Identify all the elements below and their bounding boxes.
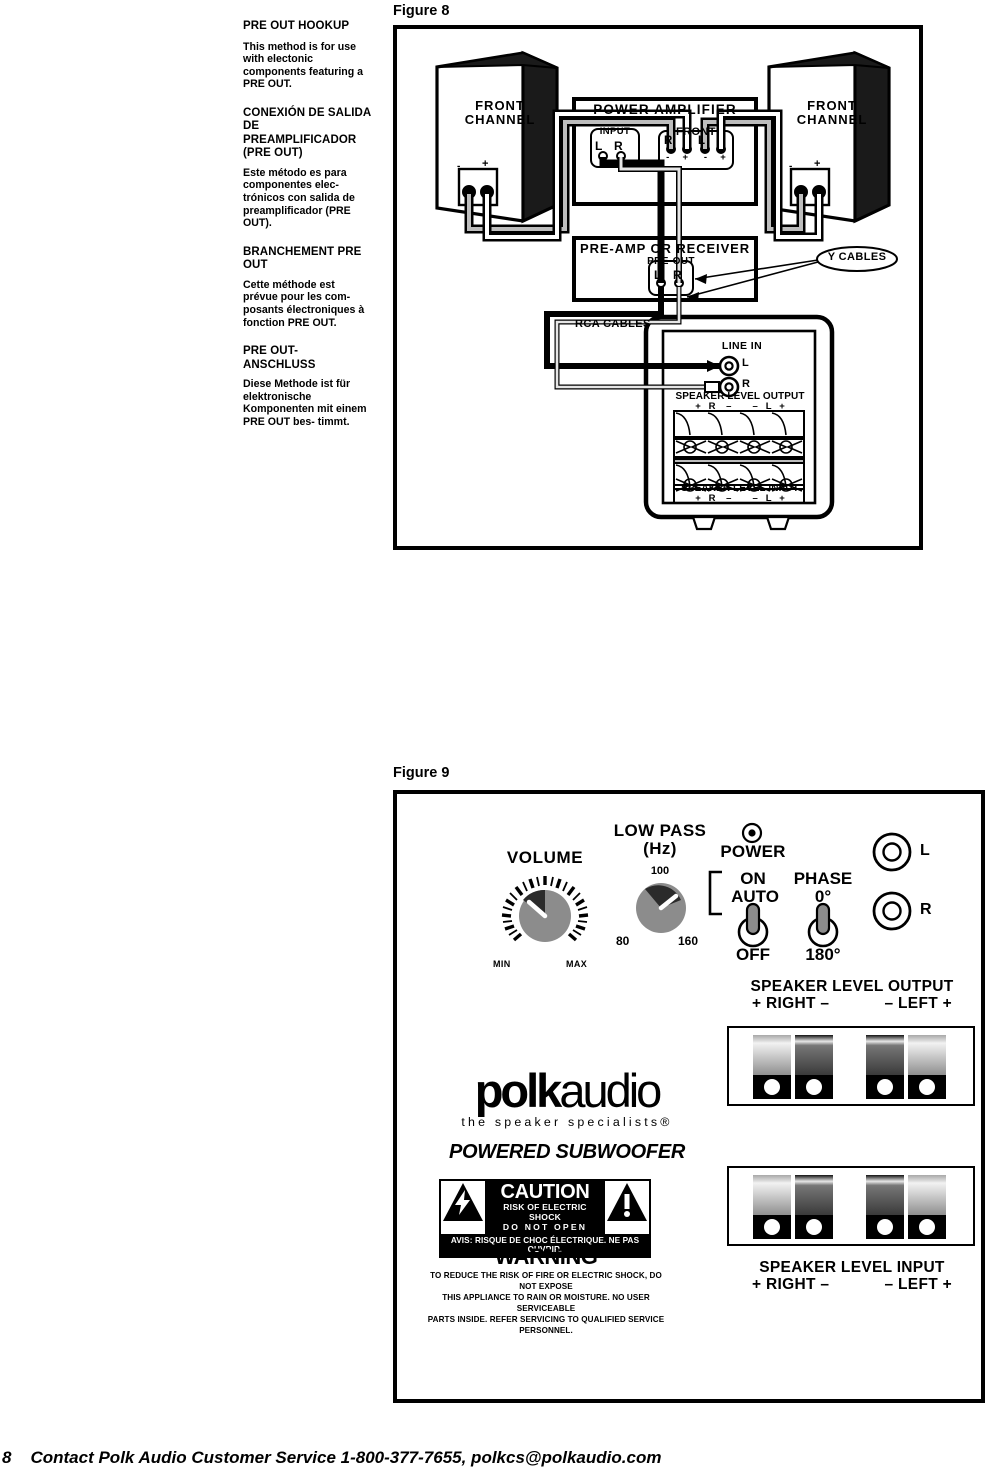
caution-text-block: CAUTION RISK OF ELECTRIC SHOCK DO NOT OP… <box>485 1181 605 1234</box>
rca-cables-label: RCA CABLES <box>575 318 651 330</box>
warning-body-line-1: TO REDUCE THE RISK OF FIRE OR ELECTRIC S… <box>430 1271 662 1291</box>
figure-8-frame: FRONT CHANNEL FRONT CHANNEL - + - + POWE… <box>393 25 923 550</box>
figure-9-frame: VOLUME MIN MAX LOW PASS (Hz) 100 80 160 … <box>393 790 985 1403</box>
polk-logo-wordmark: polkaudio <box>432 1067 702 1114</box>
right-speaker-cabinet <box>767 50 891 224</box>
volume-min-label: MIN <box>493 959 511 969</box>
line-in-jack-left-label: L <box>920 842 930 859</box>
speaker-level-output-terminal-block[interactable] <box>727 1026 975 1106</box>
preout-r-label: R <box>673 268 683 282</box>
warning-block: WARNING TO REDUCE THE RISK OF FIRE OR EL… <box>427 1244 665 1336</box>
low-pass-label: LOW PASS (Hz) <box>613 821 707 859</box>
footer-contact-text: Contact Polk Audio Customer Service 1-80… <box>30 1448 662 1467</box>
sidebar-section-german: PRE OUT- ANSCHLUSS Diese Methode ist für… <box>243 345 371 428</box>
caution-subtitle-2: DO NOT OPEN <box>502 1222 588 1232</box>
sidebar-section-english: PRE OUT HOOKUP This method is for use wi… <box>243 20 371 91</box>
line-in-jack-right[interactable] <box>872 891 912 931</box>
line-in-jack-right-label: R <box>920 901 932 918</box>
line-in-jack-left[interactable] <box>872 832 912 872</box>
low-pass-100-label: 100 <box>650 865 670 877</box>
warning-body-line-2: THIS APPLIANCE TO RAIN OR MOISTURE. NO U… <box>442 1293 650 1313</box>
amp-front-l-label: L <box>698 135 706 147</box>
volume-knob[interactable] <box>493 872 597 956</box>
page-footer: 8 Contact Polk Audio Customer Service 1-8… <box>0 1448 991 1468</box>
subwoofer-speaker-level-output-marks: + R – – L + <box>695 401 785 412</box>
left-speaker-terminal-plus: + <box>482 158 489 170</box>
amp-input-r-label: R <box>614 139 624 153</box>
power-switch-off-label: OFF <box>736 945 770 964</box>
speaker-level-input-terminal-block[interactable] <box>727 1166 975 1246</box>
left-speaker-label: FRONT CHANNEL <box>464 98 536 127</box>
right-speaker-label: FRONT CHANNEL <box>796 98 868 127</box>
caution-subtitle-1: RISK OF ELECTRIC SHOCK <box>503 1202 587 1222</box>
warning-body-line-3: PARTS INSIDE. REFER SERVICING TO QUALIFI… <box>427 1315 665 1335</box>
volume-label: VOLUME <box>506 848 584 867</box>
figure-9-caption: Figure 9 <box>393 765 450 781</box>
amp-front-r-label: R <box>664 135 673 147</box>
phase-label: PHASE <box>793 869 853 888</box>
amp-front-polarity-marks: - + - + <box>666 152 726 163</box>
sidebar-heading-spanish: CONEXIÓN DE SALIDA DE PREAMPLIFICADOR (P… <box>243 106 371 160</box>
powered-subwoofer-label: POWERED SUBWOOFER <box>448 1141 685 1163</box>
power-indicator-led <box>741 822 763 844</box>
polk-logo-tagline: the speaker specialists® <box>461 1115 673 1129</box>
preout-l-label: L <box>654 268 662 282</box>
left-speaker-cabinet <box>435 50 559 224</box>
receiver-title: PRE-AMP OR RECEIVER <box>580 241 750 256</box>
volume-control-group: VOLUME <box>490 848 600 867</box>
sidebar-heading-english: PRE OUT HOOKUP <box>243 20 350 32</box>
power-amplifier-title: POWER AMPLIFIER <box>593 102 737 117</box>
sidebar-section-french: BRANCHEMENT PRE OUT Cette méthode est pr… <box>243 246 371 329</box>
subwoofer-line-in-label: LINE IN <box>721 340 763 352</box>
power-switch-bracket <box>708 870 722 916</box>
phase-switch-toggle[interactable] <box>801 902 845 948</box>
amp-input-label: INPUT <box>599 126 631 137</box>
subwoofer-line-in-l-label: L <box>742 357 750 369</box>
sidebar-heading-french: BRANCHEMENT PRE OUT <box>243 245 362 272</box>
polk-audio-logo: polkaudio the speaker specialists® <box>432 1067 702 1129</box>
sidebar-body-english: This method is for use with electonic co… <box>243 40 364 91</box>
sidebar-heading-german: PRE OUT- ANSCHLUSS <box>243 345 316 371</box>
caution-title: CAUTION <box>500 1181 590 1203</box>
low-pass-80-label: 80 <box>616 934 630 948</box>
sidebar-body-french: Cette méthode est prévue pour les com- p… <box>243 278 365 329</box>
speaker-level-output-title: SPEAKER LEVEL OUTPUT <box>750 978 954 995</box>
lightning-bolt-warning-icon <box>443 1183 483 1221</box>
page-number: 8 <box>2 1448 12 1467</box>
exclamation-warning-icon <box>607 1183 647 1221</box>
sidebar-text-column: PRE OUT HOOKUP This method is for use wi… <box>243 20 371 445</box>
low-pass-knob[interactable] <box>635 882 687 934</box>
speaker-level-input-title: SPEAKER LEVEL INPUT <box>759 1259 945 1276</box>
right-speaker-terminal-plus: + <box>814 158 821 170</box>
left-speaker-terminal-minus: - <box>457 161 461 172</box>
warning-title: WARNING <box>494 1244 598 1269</box>
figure-8-caption: Figure 8 <box>393 3 450 19</box>
sidebar-body-spanish: Este método es para componentes elec- tr… <box>243 166 355 230</box>
sidebar-body-german: Diese Methode ist für elektronische Komp… <box>243 378 367 428</box>
amp-input-l-label: L <box>595 139 603 153</box>
right-speaker-terminal-minus: - <box>789 161 793 172</box>
phase-180-label: 180° <box>805 945 841 964</box>
low-pass-160-label: 160 <box>678 934 699 948</box>
power-label: POWER <box>720 842 786 861</box>
speaker-level-output-marks: + RIGHT – – LEFT + <box>752 995 952 1012</box>
subwoofer-line-in-r-label: R <box>742 378 751 390</box>
subwoofer-speaker-level-input-marks: + R – – L + <box>695 493 785 504</box>
power-switch-on-label: ON <box>740 869 766 888</box>
preout-label: PRE-OUT <box>647 256 695 267</box>
y-cables-callout: Y CABLES <box>827 251 887 263</box>
volume-max-label: MAX <box>566 959 588 969</box>
sidebar-section-spanish: CONEXIÓN DE SALIDA DE PREAMPLIFICADOR (P… <box>243 107 371 230</box>
polk-logo-light: audio <box>559 1064 662 1117</box>
polk-logo-bold: polk <box>474 1064 563 1117</box>
power-switch-toggle[interactable] <box>731 902 775 948</box>
speaker-level-input-marks: + RIGHT – – LEFT + <box>752 1276 952 1293</box>
